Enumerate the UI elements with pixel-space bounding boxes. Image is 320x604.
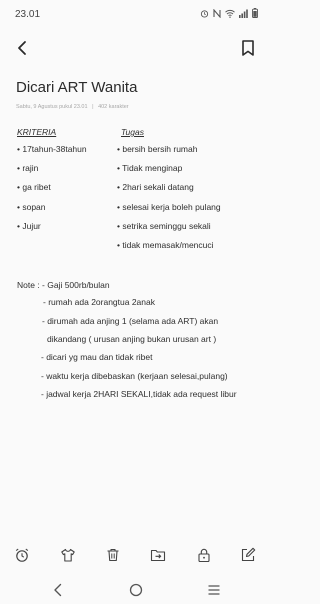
signal-icon <box>239 9 248 18</box>
shirt-icon <box>61 548 75 562</box>
kriteria-item: • 17tahun-38tahun <box>17 144 87 154</box>
tugas-item: • bersih bersih rumah <box>117 144 198 154</box>
tugas-item: • 2hari sekali datang <box>117 182 194 193</box>
meta-separator: | <box>92 104 94 110</box>
lock-button[interactable] <box>196 547 212 563</box>
note-meta: Sabtu, 9 Agustus pukul 23.01 | 402 karak… <box>16 104 129 110</box>
kriteria-item: • sopan <box>17 201 46 212</box>
note-line: - waktu kerja dibebaskan (kerjaan selesa… <box>41 371 228 381</box>
tugas-column: Tugas • bersih bersih rumah • Tidak meng… <box>117 127 267 259</box>
navigation-bar <box>0 580 272 604</box>
nav-back-icon <box>54 583 62 597</box>
tugas-item: • setrika seminggu sekali <box>117 220 211 231</box>
tugas-item: • selesai kerja boleh pulang <box>117 201 221 212</box>
note-date: Sabtu, 9 Agustus pukul 23.01 <box>16 104 88 110</box>
theme-button[interactable] <box>60 547 76 563</box>
nav-home-button[interactable] <box>128 582 144 598</box>
tugas-item: • Tidak menginap <box>117 163 183 174</box>
nav-recents-button[interactable] <box>206 582 222 598</box>
bookmark-icon <box>242 40 254 56</box>
kriteria-item: • ga ribet <box>17 182 51 193</box>
note-char-count: 402 karakter <box>98 104 129 110</box>
kriteria-header: KRITERIA <box>17 127 57 137</box>
note-line: - rumah ada 2orangtua 2anak <box>43 297 155 307</box>
bookmark-button[interactable] <box>238 38 258 58</box>
tugas-item: • tidak memasak/mencuci <box>117 239 214 250</box>
nav-recents-icon <box>208 585 220 595</box>
kriteria-column: KRITERIA • 17tahun-38tahun • rajin • ga … <box>17 127 112 240</box>
trash-icon <box>107 548 119 562</box>
move-icon <box>150 549 166 562</box>
lock-icon <box>198 548 210 563</box>
alarm-icon <box>15 548 29 562</box>
top-bar <box>0 36 272 62</box>
edit-icon <box>241 547 256 562</box>
delete-button[interactable] <box>105 547 121 563</box>
status-time: 23.01 <box>15 9 41 20</box>
wifi-icon <box>225 9 235 18</box>
nfc-icon <box>213 8 221 18</box>
status-bar: 23.01 <box>0 0 272 28</box>
nav-home-icon <box>129 583 143 597</box>
note-line: - dirumah ada anjing 1 (selama ada ART) … <box>42 316 219 326</box>
alarm-icon <box>200 9 209 18</box>
note-line: Note : - Gaji 500rb/bulan <box>17 280 110 290</box>
kriteria-item: • Jujur <box>17 220 41 231</box>
note-title[interactable]: Dicari ART Wanita <box>16 79 137 96</box>
nav-back-button[interactable] <box>50 582 66 598</box>
note-line: dikandang ( urusan anjing bukan urusan a… <box>47 334 217 344</box>
move-button[interactable] <box>150 547 166 563</box>
reminder-button[interactable] <box>14 547 30 563</box>
tugas-header: Tugas <box>121 127 144 137</box>
back-button[interactable] <box>13 38 33 58</box>
battery-icon <box>252 8 258 18</box>
kriteria-item: • rajin <box>17 163 39 174</box>
edit-button[interactable] <box>240 547 256 563</box>
note-line: - dicari yg mau dan tidak ribet <box>41 352 153 362</box>
back-icon <box>18 41 26 55</box>
bottom-toolbar <box>0 544 272 566</box>
note-line: - jadwal kerja 2HARI SEKALI,tidak ada re… <box>41 389 237 399</box>
